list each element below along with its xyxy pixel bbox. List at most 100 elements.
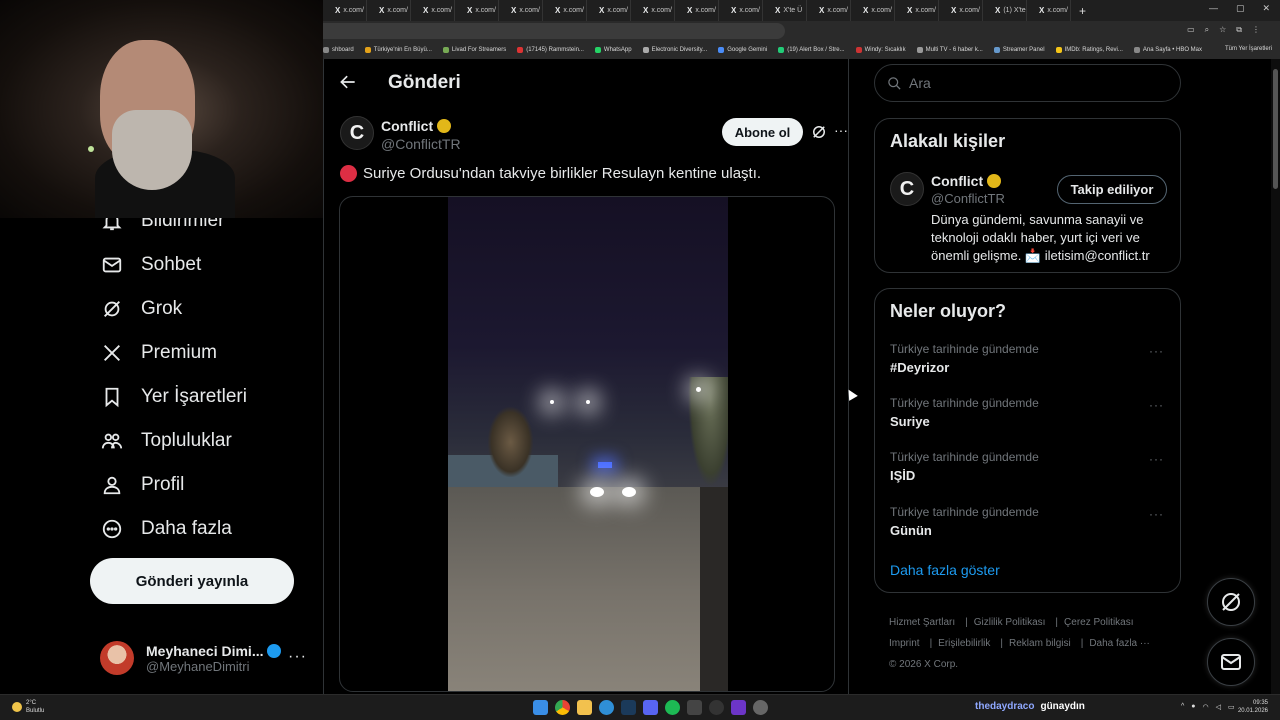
page-scrollbar[interactable] [1271, 59, 1280, 694]
maximize-icon[interactable]: ▢ [1236, 3, 1245, 14]
bookmark-item[interactable]: (17145) Rammstein... [517, 47, 584, 53]
scrollbar-thumb[interactable] [1273, 69, 1278, 189]
browser-tab[interactable]: Xx.com/ [367, 0, 411, 21]
nav-item-grok[interactable]: Grok [100, 291, 182, 327]
new-tab-button[interactable]: + [1079, 4, 1086, 18]
tray-chevron-icon[interactable]: ^ [1181, 703, 1184, 711]
windows-start-icon[interactable] [533, 700, 548, 715]
weather-widget[interactable]: 2°C Bulutlu [12, 699, 44, 715]
trend-item[interactable]: Türkiye tarihinde gündemde IŞİD ··· [890, 450, 1170, 483]
network-icon[interactable]: ◠ [1203, 703, 1209, 711]
chrome-icon[interactable] [555, 700, 570, 715]
browser-tab[interactable]: X X'te Ü [763, 0, 807, 21]
obs-icon[interactable] [709, 700, 724, 715]
star-icon[interactable]: ☆ [1219, 25, 1226, 35]
bookmark-item[interactable]: Livad For Streamers [442, 47, 506, 53]
video-frame[interactable] [448, 197, 728, 691]
related-handle[interactable]: @ConflictTR [931, 191, 1005, 206]
nav-item-topluluklar[interactable]: Topluluklar [100, 423, 232, 459]
post-more-icon[interactable]: ··· [834, 122, 848, 138]
post-video[interactable] [339, 196, 835, 692]
grok-icon[interactable] [810, 123, 828, 141]
bookmark-item[interactable]: Google Gemini [718, 47, 767, 53]
following-button[interactable]: Takip ediliyor [1057, 175, 1167, 204]
nav-item-yer-i-şaretleri[interactable]: Yer İşaretleri [100, 379, 247, 415]
close-window-icon[interactable]: ✕ [1262, 3, 1270, 14]
subscribe-button[interactable]: Abone ol [722, 118, 803, 146]
browser-tab[interactable]: Xx.com/ [675, 0, 719, 21]
bookmark-item[interactable]: Türkiye'nin En Büyü... [364, 47, 432, 53]
bookmark-item[interactable]: IMDb: Ratings, Revi... [1055, 47, 1123, 53]
nav-item-profil[interactable]: Profil [100, 467, 184, 503]
footer-link[interactable]: Erişilebilirlik [938, 638, 990, 649]
trend-more-icon[interactable]: ··· [1149, 507, 1164, 521]
browser-tab[interactable]: Xx.com/ [455, 0, 499, 21]
author-name[interactable]: Conflict [381, 118, 433, 134]
browser-tab[interactable]: Xx.com/ [411, 0, 455, 21]
spotify-icon[interactable] [665, 700, 680, 715]
nav-item-sohbet[interactable]: Sohbet [100, 247, 201, 283]
grok-fab[interactable] [1207, 578, 1255, 626]
nav-item-daha-fazla[interactable]: Daha fazla [100, 511, 232, 547]
url-field[interactable] [323, 23, 785, 39]
nav-item-premium[interactable]: Premium [100, 335, 217, 371]
browser-tab[interactable]: Xx.com/ [807, 0, 851, 21]
bookmark-item[interactable]: Streamer Panel [993, 47, 1045, 53]
edge-icon[interactable] [599, 700, 614, 715]
browser-tab[interactable]: Xx.com/ [1027, 0, 1071, 21]
browser-tab[interactable]: Xx.com/ [895, 0, 939, 21]
trend-item[interactable]: Türkiye tarihinde gündemde #Deyrizor ··· [890, 342, 1170, 375]
related-avatar[interactable]: C [890, 172, 924, 206]
footer-link[interactable]: Imprint [889, 638, 920, 649]
menu-icon[interactable]: ⋮ [1252, 25, 1260, 35]
all-bookmarks[interactable]: Tüm Yer İşaretleri [1225, 46, 1272, 52]
browser-tab[interactable]: Xx.com/ [631, 0, 675, 21]
bookmark-item[interactable]: Ana Sayfa • HBO Max [1133, 47, 1202, 53]
extensions-icon[interactable]: ⧉ [1236, 25, 1242, 35]
trend-item[interactable]: Türkiye tarihinde gündemde Günün ··· [890, 505, 1170, 538]
epic-icon[interactable] [687, 700, 702, 715]
footer-link[interactable]: Çerez Politikası [1064, 617, 1133, 628]
footer-link[interactable]: Gizlilik Politikası [974, 617, 1046, 628]
author-avatar[interactable]: C [340, 116, 374, 150]
browser-tab[interactable]: Xx.com/ [323, 0, 367, 21]
browser-tab[interactable]: Xx.com/ [543, 0, 587, 21]
trend-item[interactable]: Türkiye tarihinde gündemde Suriye ··· [890, 396, 1170, 429]
bookmark-item[interactable]: Electronic Diversity... [642, 47, 707, 53]
browser-tab[interactable]: X (1) X'te [983, 0, 1027, 21]
clock[interactable]: 09:35 20.01.2026 [1238, 699, 1268, 715]
zoom-icon[interactable]: ⌕ [1205, 25, 1209, 35]
bookmark-item[interactable]: WhatsApp [594, 47, 632, 53]
back-arrow-icon[interactable] [338, 72, 360, 94]
discord-icon[interactable] [643, 700, 658, 715]
mic-icon[interactable]: ● [1191, 703, 1195, 711]
twitch-icon[interactable] [731, 700, 746, 715]
trend-more-icon[interactable]: ··· [1149, 398, 1164, 412]
bookmark-item[interactable]: Multi TV - 6 haber k... [916, 47, 983, 53]
steam-icon[interactable] [621, 700, 636, 715]
account-more-icon[interactable]: ··· [288, 648, 307, 666]
footer-link[interactable]: Reklam bilgisi [1009, 638, 1071, 649]
minimize-icon[interactable]: — [1209, 3, 1218, 14]
search-input[interactable]: Ara [874, 64, 1181, 102]
battery-icon[interactable]: ▭ [1228, 703, 1235, 711]
messages-fab[interactable] [1207, 638, 1255, 686]
show-more-link[interactable]: Daha fazla göster [890, 562, 1000, 578]
trend-more-icon[interactable]: ··· [1149, 452, 1164, 466]
cast-icon[interactable]: ▭ [1187, 25, 1195, 35]
bookmark-item[interactable]: (19) Alert Box / Stre... [778, 47, 845, 53]
browser-tab[interactable]: Xx.com/ [587, 0, 631, 21]
bookmark-item[interactable]: Windy: Sıcaklık [855, 47, 906, 53]
file-explorer-icon[interactable] [577, 700, 592, 715]
browser-tab[interactable]: Xx.com/ [499, 0, 543, 21]
settings-icon[interactable] [753, 700, 768, 715]
footer-link[interactable]: Daha fazla ··· [1089, 638, 1150, 649]
browser-tab[interactable]: Xx.com/ [939, 0, 983, 21]
volume-icon[interactable]: ◁ [1216, 703, 1221, 711]
post-button[interactable]: Gönderi yayınla [90, 558, 294, 604]
author-handle[interactable]: @ConflictTR [381, 136, 461, 152]
browser-tab[interactable]: Xx.com/ [719, 0, 763, 21]
related-name[interactable]: Conflict [931, 173, 983, 189]
browser-tab[interactable]: Xx.com/ [851, 0, 895, 21]
trend-more-icon[interactable]: ··· [1149, 344, 1164, 358]
